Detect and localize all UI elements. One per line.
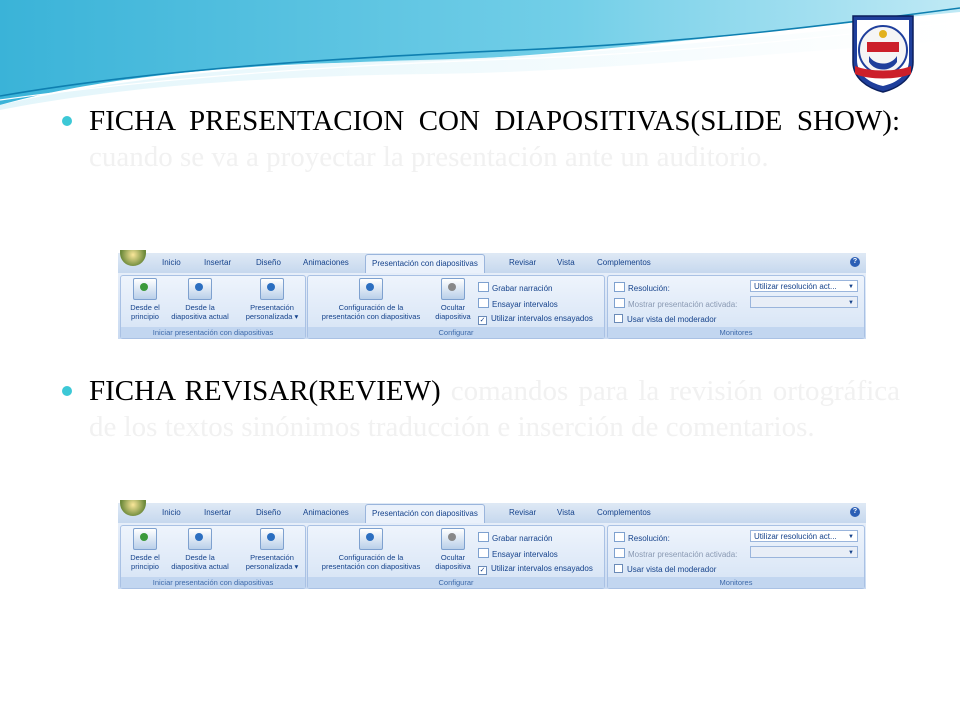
ensayar-intervalos-button[interactable]: Ensayar intervalos <box>478 298 558 309</box>
tab-complementos[interactable]: Complementos <box>597 258 651 267</box>
custom-show-icon <box>260 278 284 300</box>
mostrar-presentacion-label: Mostrar presentación activada: <box>614 298 737 309</box>
ribbon-tab-bar: Inicio Insertar Diseño Animaciones Prese… <box>118 250 866 274</box>
ribbon-body: Desde el principio Desde la diapositiva … <box>118 273 866 339</box>
group-label-monitores: Monitores <box>608 327 864 338</box>
custom-show-icon <box>260 528 284 550</box>
checkbox-unchecked[interactable] <box>614 564 623 573</box>
presentacion-personalizada-button[interactable]: Presentación personalizada ▾ <box>239 278 305 321</box>
bullet-lead-text: FICHA PRESENTACION CON DIAPOSITIVAS(SLID… <box>89 105 900 137</box>
tab-vista[interactable]: Vista <box>557 258 575 267</box>
tab-diseno[interactable]: Diseño <box>256 258 281 267</box>
projector-icon <box>188 528 212 550</box>
tab-vista[interactable]: Vista <box>557 508 575 517</box>
configuracion-button[interactable]: Configuración de la presentación con dia… <box>310 528 432 571</box>
play-from-start-icon <box>133 278 157 300</box>
group-monitores: Resolución: Utilizar resolución act... ▼ … <box>607 525 865 589</box>
desde-principio-button[interactable]: Desde el principio <box>123 528 167 571</box>
monitor-icon <box>614 282 625 292</box>
setup-show-icon <box>359 278 383 300</box>
resolucion-label: Resolución: <box>614 282 670 293</box>
help-icon[interactable]: ? <box>850 507 860 517</box>
timer-icon <box>478 548 489 558</box>
tab-presentacion[interactable]: Presentación con diapositivas <box>365 504 485 523</box>
office-button-icon[interactable] <box>120 500 146 516</box>
tab-revisar[interactable]: Revisar <box>509 508 536 517</box>
usar-moderador-checkbox[interactable]: Usar vista del moderador <box>614 314 716 324</box>
group-monitores: Resolución: Utilizar resolución act... ▼ … <box>607 275 865 339</box>
chevron-down-icon: ▼ <box>848 300 854 306</box>
chevron-down-icon: ▼ <box>848 550 854 556</box>
ocultar-diapositiva-button[interactable]: Ocultar diapositiva <box>432 528 474 571</box>
bullet-dot <box>62 116 72 126</box>
microphone-icon <box>478 282 489 292</box>
group-label-monitores: Monitores <box>608 577 864 588</box>
hide-slide-icon <box>441 278 465 300</box>
grabar-narracion-button[interactable]: Grabar narración <box>478 532 552 543</box>
mostrar-presentacion-label: Mostrar presentación activada: <box>614 548 737 559</box>
tab-insertar[interactable]: Insertar <box>204 258 231 267</box>
presentacion-personalizada-button[interactable]: Presentación personalizada ▾ <box>239 528 305 571</box>
bullet-slide-show: FICHA PRESENTACION CON DIAPOSITIVAS(SLID… <box>62 103 900 175</box>
ribbon-screenshot-slide-show: Inicio Insertar Diseño Animaciones Prese… <box>118 250 866 339</box>
tab-animaciones[interactable]: Animaciones <box>303 258 349 267</box>
bullet-dot <box>62 386 72 396</box>
grabar-narracion-button[interactable]: Grabar narración <box>478 282 552 293</box>
office-button-icon[interactable] <box>120 250 146 266</box>
ribbon-tab-bar: Inicio Insertar Diseño Animaciones Prese… <box>118 500 866 524</box>
utilizar-intervalos-checkbox[interactable]: ✓ Utilizar intervalos ensayados <box>478 314 593 325</box>
group-label-configurar: Configurar <box>308 327 604 338</box>
group-iniciar: Desde el principio Desde la diapositiva … <box>120 525 306 589</box>
chevron-down-icon: ▼ <box>848 534 854 540</box>
monitor-icon <box>614 548 625 558</box>
desde-actual-button[interactable]: Desde la diapositiva actual <box>165 278 235 321</box>
help-icon[interactable]: ? <box>850 257 860 267</box>
tab-revisar[interactable]: Revisar <box>509 258 536 267</box>
tab-presentacion[interactable]: Presentación con diapositivas <box>365 254 485 273</box>
group-iniciar: Desde el principio Desde la diapositiva … <box>120 275 306 339</box>
bullet-review: FICHA REVISAR(REVIEW) comandos para la r… <box>62 373 900 445</box>
monitor-icon <box>614 298 625 308</box>
setup-show-icon <box>359 528 383 550</box>
monitor-icon <box>614 532 625 542</box>
chevron-down-icon: ▼ <box>848 284 854 290</box>
tab-animaciones[interactable]: Animaciones <box>303 508 349 517</box>
group-configurar: Configuración de la presentación con dia… <box>307 525 605 589</box>
checkbox-unchecked[interactable] <box>614 314 623 323</box>
mostrar-dropdown[interactable]: ▼ <box>750 296 858 308</box>
timer-icon <box>478 298 489 308</box>
group-label-configurar: Configurar <box>308 577 604 588</box>
group-label-iniciar: Iniciar presentación con diapositivas <box>121 327 305 338</box>
tab-complementos[interactable]: Complementos <box>597 508 651 517</box>
school-seal-logo <box>852 15 914 93</box>
ribbon-body: Desde el principio Desde la diapositiva … <box>118 523 866 589</box>
tab-inicio[interactable]: Inicio <box>162 508 181 517</box>
desde-actual-button[interactable]: Desde la diapositiva actual <box>165 528 235 571</box>
microphone-icon <box>478 532 489 542</box>
utilizar-intervalos-checkbox[interactable]: ✓ Utilizar intervalos ensayados <box>478 564 593 575</box>
ensayar-intervalos-button[interactable]: Ensayar intervalos <box>478 548 558 559</box>
bullet-faint-text: cuando se va a proyectar la presentación… <box>89 141 769 173</box>
checkbox-checked[interactable]: ✓ <box>478 566 487 575</box>
resolucion-label: Resolución: <box>614 532 670 543</box>
header-wave-decoration <box>0 0 960 110</box>
resolucion-dropdown[interactable]: Utilizar resolución act... ▼ <box>750 280 858 292</box>
group-label-iniciar: Iniciar presentación con diapositivas <box>121 577 305 588</box>
tab-diseno[interactable]: Diseño <box>256 508 281 517</box>
ocultar-diapositiva-button[interactable]: Ocultar diapositiva <box>432 278 474 321</box>
bullet-lead-text: FICHA REVISAR(REVIEW) <box>89 375 441 407</box>
projector-icon <box>188 278 212 300</box>
checkbox-checked[interactable]: ✓ <box>478 316 487 325</box>
mostrar-dropdown[interactable]: ▼ <box>750 546 858 558</box>
play-from-start-icon <box>133 528 157 550</box>
ribbon-screenshot-review: Inicio Insertar Diseño Animaciones Prese… <box>118 500 866 589</box>
resolucion-dropdown[interactable]: Utilizar resolución act... ▼ <box>750 530 858 542</box>
tab-insertar[interactable]: Insertar <box>204 508 231 517</box>
group-configurar: Configuración de la presentación con dia… <box>307 275 605 339</box>
usar-moderador-checkbox[interactable]: Usar vista del moderador <box>614 564 716 574</box>
desde-principio-button[interactable]: Desde el principio <box>123 278 167 321</box>
tab-inicio[interactable]: Inicio <box>162 258 181 267</box>
hide-slide-icon <box>441 528 465 550</box>
configuracion-button[interactable]: Configuración de la presentación con dia… <box>310 278 432 321</box>
